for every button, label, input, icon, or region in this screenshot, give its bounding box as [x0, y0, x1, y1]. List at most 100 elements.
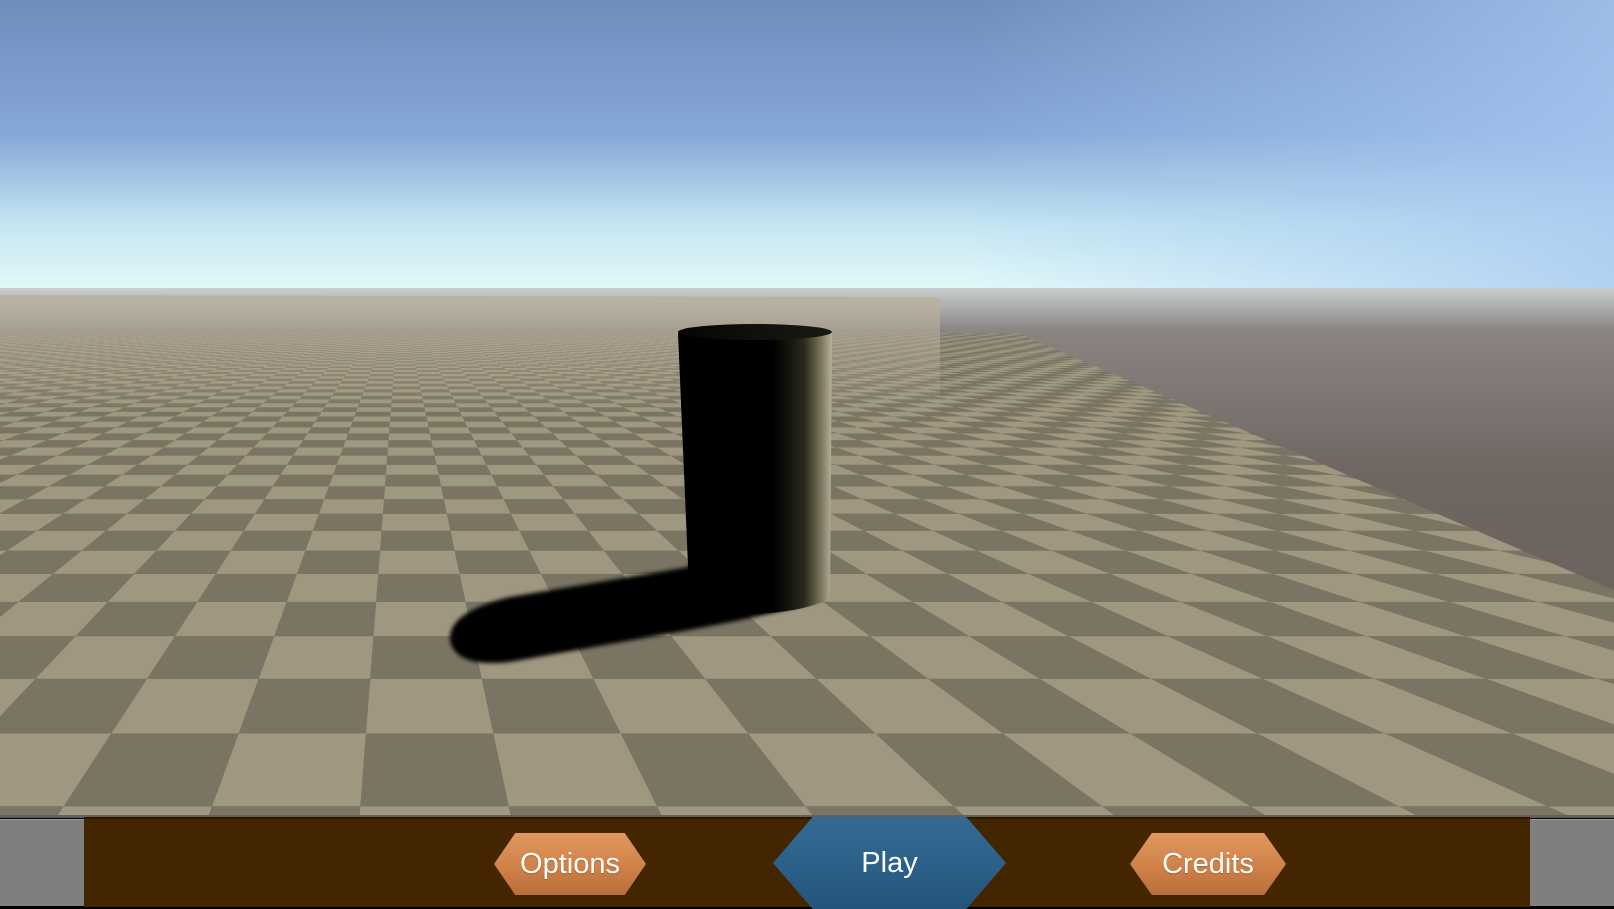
floor-tile	[255, 499, 324, 514]
floor-tile	[376, 574, 465, 602]
main-menu-bar: Options Play Credits	[0, 815, 1614, 905]
floor-tile	[254, 440, 304, 447]
floor-tile	[319, 499, 384, 514]
floor-tile	[218, 433, 267, 440]
floor-tile	[383, 499, 447, 514]
floor-tile	[226, 427, 273, 433]
floor-tile	[337, 456, 388, 465]
options-button-label: Options	[520, 848, 620, 881]
floor-tile	[435, 456, 487, 465]
floor-tile	[462, 417, 502, 422]
floor-tile	[329, 475, 386, 486]
cylinder-object	[678, 324, 832, 614]
credits-button-label: Credits	[1162, 848, 1254, 881]
floor-tile	[212, 734, 366, 807]
floor-tile	[429, 427, 471, 433]
floor-tile	[386, 465, 439, 475]
floor-tile	[486, 465, 544, 475]
floor-tile	[348, 427, 389, 433]
floor-tile	[246, 448, 298, 456]
floor-tile	[378, 551, 459, 574]
floor-tile	[273, 475, 333, 486]
options-button[interactable]: Options	[494, 833, 646, 895]
floor-tile	[426, 417, 465, 422]
floor-tile	[447, 514, 520, 531]
floor-tile	[216, 551, 306, 574]
floor-tile	[287, 456, 340, 465]
menu-strip: Options Play Credits	[84, 817, 1530, 907]
floor-tile	[240, 417, 282, 422]
floor-tile	[380, 531, 455, 551]
floor-tile	[237, 456, 293, 465]
floor-tile	[209, 440, 261, 447]
right-side-panel	[1530, 819, 1614, 906]
floor-tile	[306, 531, 382, 551]
floor-tile	[491, 475, 553, 486]
credits-button[interactable]: Credits	[1130, 833, 1286, 895]
floor-tile	[234, 422, 278, 428]
floor-tile	[455, 551, 541, 574]
floor-tile	[511, 514, 588, 531]
floor-tile	[340, 448, 388, 456]
floor-tile	[297, 551, 380, 574]
floor-tile	[431, 440, 477, 447]
floor-tile	[390, 417, 427, 422]
floor-tile	[512, 433, 560, 440]
floor-tile	[430, 433, 474, 440]
floor-tile	[389, 427, 430, 433]
floor-tile	[478, 448, 529, 456]
floor-tile	[244, 514, 319, 531]
floor-tile	[351, 422, 390, 428]
floor-tile	[239, 679, 371, 734]
floor-tile	[439, 475, 497, 486]
3d-scene	[0, 0, 1614, 905]
floor-tile	[353, 417, 391, 422]
floor-tile	[267, 427, 312, 433]
floor-tile	[287, 574, 379, 602]
floor-tile	[474, 440, 522, 447]
floor-tile	[389, 433, 432, 440]
floor-tile	[298, 440, 346, 447]
floor-tile	[382, 514, 451, 531]
floor-tile	[427, 422, 467, 428]
floor-tile	[540, 422, 585, 428]
play-button[interactable]: Play	[773, 817, 1006, 909]
floor-tile	[387, 448, 434, 456]
floor-tile	[451, 531, 530, 551]
floor-tile	[274, 602, 376, 636]
floor-tile	[497, 486, 563, 499]
floor-tile	[502, 422, 546, 428]
floor-tile	[346, 433, 389, 440]
floor-tile	[315, 417, 354, 422]
floor-tile	[498, 417, 539, 422]
floor-tile	[441, 486, 503, 499]
floor-tile	[388, 440, 433, 447]
floor-tile	[260, 433, 307, 440]
game-viewport: Options Play Credits	[0, 0, 1614, 905]
floor-tile	[231, 531, 313, 551]
floor-tile	[465, 422, 507, 428]
floor-tile	[273, 422, 316, 428]
floor-tile	[324, 486, 385, 499]
floor-tile	[312, 422, 353, 428]
floor-tile	[471, 433, 517, 440]
floor-tile	[444, 499, 511, 514]
floor-tile	[343, 440, 388, 447]
floor-tile	[366, 679, 493, 734]
floor-tile	[308, 427, 351, 433]
floor-tile	[265, 486, 329, 499]
floor-tile	[507, 427, 553, 433]
floor-tile	[293, 448, 343, 456]
floor-tile	[217, 475, 281, 486]
floor-tile	[278, 417, 319, 422]
floor-tile	[437, 465, 492, 475]
floor-tile	[468, 427, 512, 433]
floor-tile	[259, 636, 374, 679]
floor-tile	[384, 486, 444, 499]
floor-tile	[529, 456, 586, 465]
floor-tile	[482, 456, 536, 465]
floor-tile	[523, 448, 577, 456]
floor-tile	[517, 440, 568, 447]
floor-tile	[333, 465, 387, 475]
floor-tile	[228, 465, 287, 475]
